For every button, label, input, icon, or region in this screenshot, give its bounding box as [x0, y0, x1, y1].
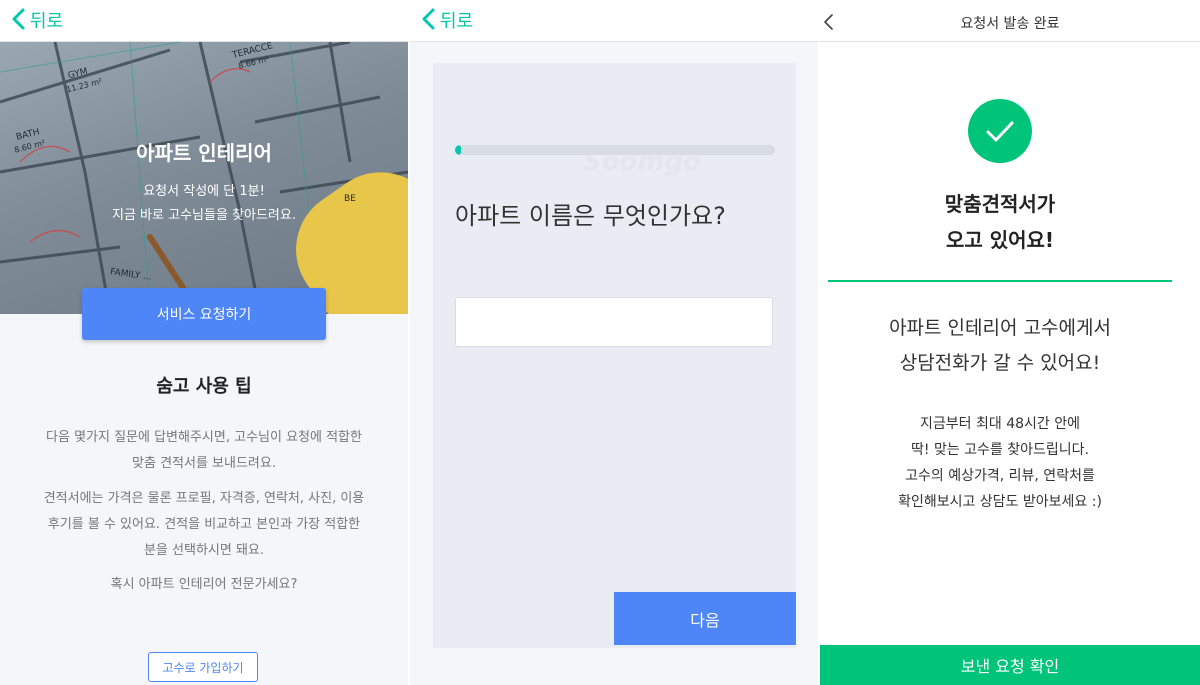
hero-subtitle-line1: 요청서 작성에 단 1분! [143, 184, 265, 199]
tip-1-line-2: 맞춤 견적서를 보내드려요. [132, 456, 276, 471]
join-as-pro-button[interactable]: 고수로 가입하기 [148, 652, 258, 682]
screen-request-sent: 요청서 발송 완료 맞춤견적서가 오고 있어요! 아파트 인테리어 고수에게서 … [820, 0, 1200, 685]
headline-line1: 맞춤견적서가 [944, 192, 1056, 216]
next-button[interactable]: 다음 [614, 592, 796, 645]
view-sent-request-button[interactable]: 보낸 요청 확인 [820, 645, 1200, 685]
page-title: 요청서 발송 완료 [960, 16, 1060, 32]
tip-2: 견적서에는 가격은 물론 프로필, 자격증, 연락처, 사진, 이용 후기를 볼… [20, 486, 388, 564]
blueprint-illustration [0, 42, 408, 314]
apartment-name-input[interactable] [455, 297, 773, 347]
tip-2-line-1: 견적서에는 가격은 물론 프로필, 자격증, 연락처, 사진, 이용 [43, 491, 365, 506]
success-check-icon [968, 99, 1032, 163]
headline-line2: 오고 있어요! [945, 228, 1055, 252]
detail-line4: 확인해보시고 상담도 받아보세요 :) [898, 494, 1102, 510]
green-divider [828, 280, 1172, 282]
progress-bar [455, 145, 775, 155]
hero-banner: GYM 11.23 m² TERACCE 8.66 m² BATH 8.60 m… [0, 42, 408, 314]
hero-subtitle-line2: 지금 바로 고수님들을 찾아드려요. [112, 208, 296, 223]
top-bar: 뒤로 [0, 0, 408, 42]
progress-bar-fill [455, 145, 462, 155]
tips-title: 숨고 사용 팁 [156, 376, 252, 397]
top-bar: 요청서 발송 완료 [820, 0, 1200, 42]
tip-1: 다음 몇가지 질문에 답변해주시면, 고수님이 요청에 적합한 맞춤 견적서를 … [20, 425, 388, 477]
tip-2-line-2: 후기를 볼 수 있어요. 견적을 비교하고 본인과 가장 적합한 [47, 517, 361, 532]
message-line2: 상담전화가 갈 수 있어요! [899, 352, 1101, 374]
back-button[interactable]: 뒤로 [30, 7, 63, 33]
back-button[interactable]: 뒤로 [440, 7, 473, 33]
screen-service-intro: 뒤로 GYM 11.23 m² TERACCE 8.66 m² BATH 8.6… [0, 0, 408, 685]
screen-question: 뒤로 Soomgo 아파트 이름은 무엇인가요? 다음 [410, 0, 818, 685]
request-service-button[interactable]: 서비스 요청하기 [82, 288, 326, 340]
hero-title: 아파트 인테리어 [136, 141, 272, 165]
tip-2-line-3: 분을 선택하시면 돼요. [143, 543, 265, 558]
question-text: 아파트 이름은 무엇인가요? [455, 202, 726, 230]
top-bar: 뒤로 [410, 0, 818, 42]
tip-3: 혹시 아파트 인테리어 전문가세요? [110, 577, 298, 592]
back-chevron-icon[interactable] [10, 7, 28, 31]
message-line1: 아파트 인테리어 고수에게서 [889, 317, 1111, 339]
tip-1-line-1: 다음 몇가지 질문에 답변해주시면, 고수님이 요청에 적합한 [46, 430, 362, 445]
back-chevron-icon[interactable] [420, 7, 438, 31]
detail-line2: 딱! 맞는 고수를 찾아드립니다. [911, 442, 1089, 458]
detail-line1: 지금부터 최대 48시간 안에 [920, 416, 1080, 432]
detail-line3: 고수의 예상가격, 리뷰, 연락처를 [905, 468, 1095, 484]
